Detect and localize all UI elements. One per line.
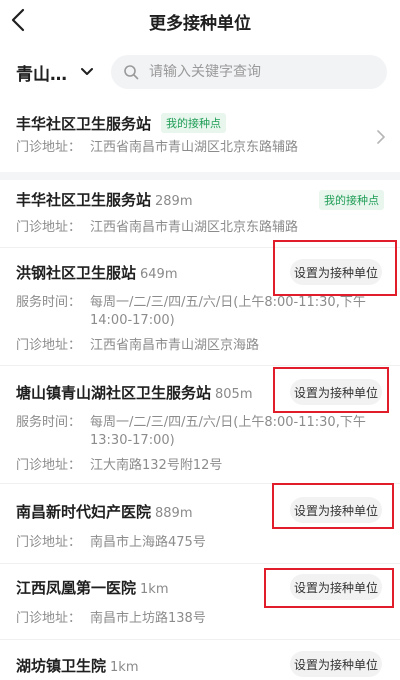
address-label: 门诊地址： [16,140,82,155]
page-title: 更多接种单位 [149,14,251,34]
unit-address-row: 门诊地址： 南昌市上海路475号 [16,534,370,552]
highlight-box [273,367,389,413]
unit-title-row: 南昌新时代妇产医院 889m [16,501,193,522]
unit-title-row: 洪钢社区卫生服站 649m [16,262,178,283]
my-unit-badge: 我的接种点 [161,113,227,133]
unit-distance: 889m [155,506,193,521]
unit-list-item[interactable]: 湖坊镇卫生院 1km 设置为接种单位 [0,640,400,680]
hours-label: 服务时间： [16,415,82,430]
my-unit-title-row: 丰华社区卫生服务站 我的接种点 [16,113,227,135]
highlight-box [272,483,394,529]
unit-distance: 1km [110,660,139,675]
unit-address-row: 门诊地址： 江西省南昌市青山湖区京海路 [16,337,370,355]
chevron-right-icon [377,130,385,144]
section-divider [0,172,400,180]
my-unit-address-row: 门诊地址： 江西省南昌市青山湖区北京东路辅路 [16,139,370,157]
address-label: 门诊地址： [16,458,82,473]
address-label: 门诊地址： [16,535,82,550]
address-label: 门诊地址： [16,220,82,235]
my-unit-badge: 我的接种点 [319,190,384,210]
unit-address: 南昌市上海路475号 [90,535,206,550]
unit-name: 洪钢社区卫生服站 [16,264,137,282]
unit-hours-row: 服务时间： 每周一/二/三/四/五/六/日(上午8:00-11:30,下午14:… [16,294,370,330]
address-label: 门诊地址： [16,338,82,353]
unit-name: 江西凤凰第一医院 [16,579,137,597]
highlight-box [264,568,394,608]
my-unit-name: 丰华社区卫生服务站 [16,115,152,133]
my-unit-address: 江西省南昌市青山湖区北京东路辅路 [90,140,299,155]
hours-label: 服务时间： [16,295,82,310]
unit-title-row: 塘山镇青山湖社区卫生服务站 805m [16,382,253,403]
region-selector[interactable]: 青山… [16,60,104,85]
header: 更多接种单位 [0,0,400,44]
unit-list-item[interactable]: 丰华社区卫生服务站 289m 我的接种点 门诊地址： 江西省南昌市青山湖区北京东… [0,180,400,248]
unit-distance: 805m [215,387,253,402]
unit-title-row: 丰华社区卫生服务站 289m [16,189,193,210]
unit-title-row: 湖坊镇卫生院 1km [16,655,138,676]
search-box[interactable] [111,55,387,89]
unit-title-row: 江西凤凰第一医院 1km [16,577,168,598]
search-icon [124,65,139,80]
set-vaccination-unit-button[interactable]: 设置为接种单位 [290,651,382,677]
search-input[interactable] [149,64,369,80]
unit-name: 丰华社区卫生服务站 [16,191,152,209]
unit-distance: 1km [140,582,169,597]
unit-hours-row: 服务时间： 每周一/二/三/四/五/六/日(上午8:00-11:30,下午13:… [16,414,370,450]
unit-distance: 649m [140,267,178,282]
unit-address: 江西省南昌市青山湖区北京东路辅路 [90,220,299,235]
unit-address-row: 门诊地址： 江大南路132号附12号 [16,457,370,475]
unit-address-row: 门诊地址： 江西省南昌市青山湖区北京东路辅路 [16,219,370,237]
unit-hours: 每周一/二/三/四/五/六/日(上午8:00-11:30,下午14:00-17:… [90,295,366,328]
unit-name: 塘山镇青山湖社区卫生服务站 [16,384,212,402]
region-label: 青山… [16,64,67,85]
unit-distance: 289m [155,194,193,209]
unit-hours: 每周一/二/三/四/五/六/日(上午8:00-11:30,下午13:30-17:… [90,415,366,448]
filter-bar: 青山… [0,52,400,94]
unit-name: 南昌新时代妇产医院 [16,503,152,521]
unit-address-row: 门诊地址： 南昌市上坊路138号 [16,610,370,628]
address-label: 门诊地址： [16,611,82,626]
my-unit-card[interactable]: 丰华社区卫生服务站 我的接种点 门诊地址： 江西省南昌市青山湖区北京东路辅路 [0,100,400,172]
unit-address: 江大南路132号附12号 [90,458,223,473]
chevron-down-icon [81,68,93,75]
unit-address: 江西省南昌市青山湖区京海路 [90,338,260,353]
unit-address: 南昌市上坊路138号 [90,611,206,626]
highlight-box [273,240,397,296]
unit-name: 湖坊镇卫生院 [16,657,107,675]
